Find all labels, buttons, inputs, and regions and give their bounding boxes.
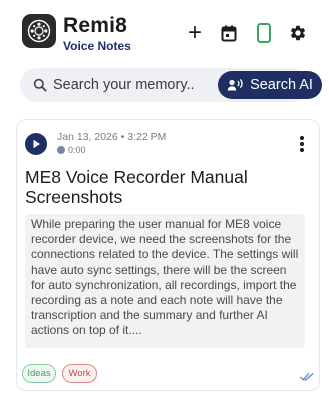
gear-icon: [290, 25, 306, 41]
play-icon: [33, 139, 40, 149]
note-duration: 0:00: [68, 145, 86, 155]
note-card[interactable]: Jan 13, 2026 • 3:22 PM 0:00 ME8 Voice Re…: [16, 119, 320, 391]
app-subtitle: Voice Notes: [63, 39, 131, 53]
plus-icon: +: [187, 19, 202, 46]
logo-icon: [22, 14, 56, 48]
more-dot-icon: [300, 148, 304, 152]
calendar-icon: [221, 25, 237, 41]
search-ai-button[interactable]: Search AI: [218, 71, 322, 99]
app-header: Remi8 Voice Notes +: [0, 0, 329, 62]
note-date: Jan 13, 2026 • 3:22 PM: [57, 131, 167, 143]
calendar-button[interactable]: [218, 22, 240, 44]
note-summary: While preparing the user manual for ME8 …: [25, 214, 305, 348]
more-dot-icon: [300, 136, 304, 140]
search-icon: [33, 78, 47, 92]
device-button[interactable]: [253, 22, 275, 44]
search-bar: Search AI: [20, 68, 322, 102]
voice-ai-icon: [227, 79, 243, 91]
app-title: Remi8: [63, 14, 128, 37]
play-button[interactable]: [25, 133, 47, 155]
search-ai-label: Search AI: [250, 77, 313, 93]
more-options-button[interactable]: [293, 134, 311, 154]
clock-icon: [57, 146, 65, 154]
note-title: ME8 Voice Recorder Manual Screenshots: [25, 167, 248, 207]
settings-button[interactable]: [287, 22, 309, 44]
tag-ideas[interactable]: Ideas: [22, 364, 56, 383]
search-input[interactable]: [53, 74, 203, 96]
duration-row: 0:00: [57, 145, 86, 155]
tag-work[interactable]: Work: [62, 364, 97, 383]
synced-check-icon: [300, 373, 314, 381]
add-note-button[interactable]: +: [184, 19, 206, 46]
phone-icon: [257, 23, 271, 43]
more-dot-icon: [300, 142, 304, 146]
